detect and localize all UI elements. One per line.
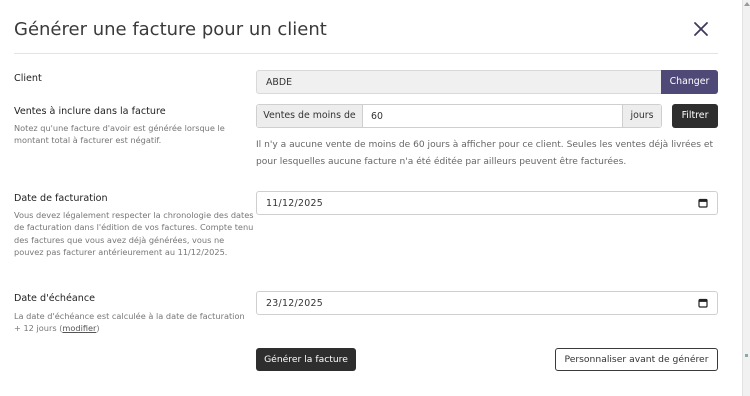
sales-hint: Notez qu'une facture d'avoir est générée…: [14, 123, 225, 146]
change-client-button[interactable]: Changer: [661, 70, 718, 94]
client-field: ABDE Changer: [256, 70, 718, 94]
invoice-date-hint: Vous devez légalement respecter la chron…: [14, 210, 254, 258]
sales-info-text: Il n'y a aucune vente de moins de 60 jou…: [256, 137, 726, 171]
calendar-icon[interactable]: [698, 198, 708, 208]
modal-header: Générer une facture pour un client: [14, 18, 718, 54]
filter-button[interactable]: Filtrer: [672, 104, 718, 128]
page-scrollbar[interactable]: [742, 0, 750, 396]
invoice-modal: Générer une facture pour un client Clien…: [0, 0, 742, 396]
scrollbar-thumb[interactable]: [745, 354, 748, 357]
close-button[interactable]: [690, 18, 712, 40]
invoice-date-field[interactable]: 11/12/2025: [256, 191, 718, 215]
generate-invoice-button[interactable]: Générer la facture: [256, 348, 356, 371]
calendar-icon[interactable]: [698, 298, 708, 308]
due-date-value: 23/12/2025: [266, 298, 324, 309]
sales-info-line: Il n'y a aucune vente de moins de 60 jou…: [256, 140, 714, 150]
due-date-label: Date d'échéance: [14, 293, 96, 304]
scroll-up-arrow-icon[interactable]: [744, 2, 750, 6]
sales-days-input-group: Ventes de moins de 60 jours: [256, 104, 662, 128]
modify-due-days-link[interactable]: modifier: [62, 323, 96, 333]
client-value: ABDE: [266, 77, 292, 88]
invoice-date-label: Date de facturation: [14, 193, 108, 204]
due-date-field[interactable]: 23/12/2025: [256, 291, 718, 315]
due-date-hint-close: ): [96, 323, 100, 334]
sales-prefix-label: Ventes de moins de: [257, 105, 363, 127]
customize-before-generate-button[interactable]: Personnaliser avant de générer: [555, 348, 718, 371]
modal-title: Générer une facture pour un client: [14, 19, 327, 40]
close-icon: [694, 22, 708, 36]
invoice-date-value: 11/12/2025: [266, 198, 324, 209]
sales-label: Ventes à inclure dans la facture: [14, 106, 166, 117]
due-date-hint-text: La date d'échéance est calculée à la dat…: [14, 311, 245, 334]
sales-days-input[interactable]: 60: [371, 111, 383, 122]
sales-info-line: pour lesquelles aucune facture n'a été é…: [256, 157, 627, 167]
sales-suffix-label: jours: [622, 105, 661, 127]
due-date-hint: La date d'échéance est calculée à la dat…: [14, 310, 254, 335]
client-label: Client: [14, 73, 42, 84]
